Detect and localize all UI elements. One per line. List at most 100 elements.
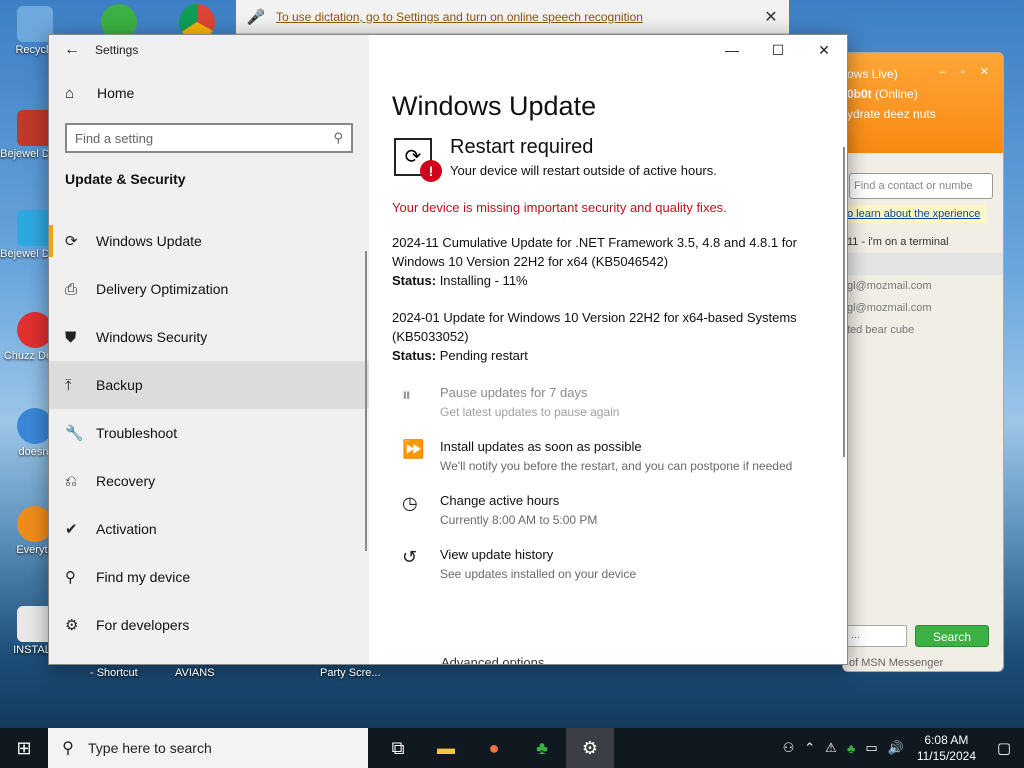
update-status: Pending restart xyxy=(439,348,528,363)
microphone-icon: 🎤 xyxy=(246,8,266,26)
option-view-update-history[interactable]: ↺ View update history See updates instal… xyxy=(402,547,847,583)
settings-gear-icon[interactable]: ⚙ xyxy=(566,728,614,768)
task-view-icon[interactable]: ⧉ xyxy=(374,728,422,768)
taskbar: ⊞ ⚲ Type here to search ⧉ ▬ ● ♣ ⚙ ⚇ ⌃ ⚠ … xyxy=(0,728,1024,768)
restart-subtitle: Your device will restart outside of acti… xyxy=(450,163,717,178)
taskbar-search-placeholder: Type here to search xyxy=(88,740,212,756)
nav-item-windows-security[interactable]: ⛊ Windows Security xyxy=(49,313,369,361)
desktop-icon-label[interactable]: Party Scre... xyxy=(320,667,381,679)
search-icon: ⚲ xyxy=(62,740,74,757)
msn-search-button[interactable]: Search xyxy=(915,625,989,647)
msn-web-search-input[interactable]: ... xyxy=(847,625,907,647)
option-subtitle: See updates installed on your device xyxy=(440,567,637,581)
windows-start-icon[interactable]: ⊞ xyxy=(0,728,48,768)
pause-icon: ⏸ xyxy=(402,385,411,405)
contact-item[interactable] xyxy=(843,253,1003,275)
nav-label: Backup xyxy=(96,377,143,393)
nav-item-recovery[interactable]: ⎌ Recovery xyxy=(49,457,369,505)
contact-item[interactable]: 11 - i'm on a terminal xyxy=(843,231,1003,253)
status-label: Status: xyxy=(392,348,437,363)
update-name: 2024-01 Update for Windows 10 Version 22… xyxy=(392,310,797,344)
network-icon[interactable]: ▭ xyxy=(860,740,882,756)
msn-info-link[interactable]: o learn about the xperience xyxy=(843,205,987,223)
msn-status[interactable]: (Online) xyxy=(875,87,918,101)
checkmark-circle-icon: ✔ xyxy=(65,521,78,538)
update-name: 2024-11 Cumulative Update for .NET Frame… xyxy=(392,235,797,269)
clock[interactable]: 6:08 AM 11/15/2024 xyxy=(909,732,984,764)
update-item: 2024-01 Update for Windows 10 Version 22… xyxy=(392,308,802,365)
close-icon[interactable]: ✕ xyxy=(753,7,789,27)
page-title: Windows Update xyxy=(392,91,597,121)
fast-forward-icon: ⏩ xyxy=(402,439,425,459)
sidebar-scrollbar[interactable] xyxy=(365,251,367,551)
security-warning: Your device is missing important securit… xyxy=(392,200,727,215)
msn-tray-icon[interactable]: ♣ xyxy=(842,741,861,756)
shield-icon: ⛊ xyxy=(65,328,77,346)
msn-footer: ... Search of MSN Messenger xyxy=(843,615,1003,671)
system-tray: ⚇ ⌃ ⚠ ♣ ▭ 🔊 6:08 AM 11/15/2024 ▢ xyxy=(778,732,1024,764)
nav-label: Recovery xyxy=(96,473,156,489)
back-arrow-icon[interactable]: ← xyxy=(49,41,95,59)
msn-contact-search[interactable]: Find a contact or numbe xyxy=(849,173,993,199)
msn-personal-message[interactable]: ydrate deez nuts xyxy=(847,107,1003,121)
option-subtitle: Get latest updates to pause again xyxy=(440,405,620,419)
security-alert-icon[interactable]: ⚠ xyxy=(820,740,842,756)
option-change-active-hours[interactable]: ◷ Change active hours Currently 8:00 AM … xyxy=(402,493,847,529)
dictation-settings-link[interactable]: To use dictation, go to Settings and tur… xyxy=(276,10,753,24)
minimize-icon[interactable]: — xyxy=(709,35,755,65)
nav-label: Find my device xyxy=(96,569,191,585)
people-icon[interactable]: ⚇ xyxy=(778,740,800,756)
nav-item-for-developers[interactable]: ⚙ For developers xyxy=(49,601,369,649)
option-advanced-options[interactable]: Advanced options xyxy=(441,655,544,664)
clock-time: 6:08 AM xyxy=(924,733,969,747)
option-subtitle: We'll notify you before the restart, and… xyxy=(440,459,793,473)
nav-item-windows-update[interactable]: ⟳ Windows Update xyxy=(49,217,369,265)
settings-main-pane: — ☐ ✕ Windows Update ⟳ ! Restart require… xyxy=(369,35,847,664)
nav-item-troubleshoot[interactable]: 🔧 Troubleshoot xyxy=(49,409,369,457)
home-icon: ⌂ xyxy=(65,84,75,102)
notification-icon[interactable]: ▢ xyxy=(984,739,1024,757)
search-icon: ⚲ xyxy=(333,130,343,145)
option-pause-updates[interactable]: ⏸ Pause updates for 7 days Get latest up… xyxy=(402,385,847,421)
home-link[interactable]: ⌂ Home xyxy=(49,71,369,115)
find-setting-input[interactable]: Find a setting ⚲ xyxy=(65,123,353,153)
window-controls: — ☐ ✕ xyxy=(709,35,847,65)
desktop-icon-label[interactable]: AVIANS xyxy=(175,667,215,679)
option-title: View update history xyxy=(440,547,554,562)
file-explorer-icon[interactable]: ▬ xyxy=(422,728,470,768)
nav-label: Windows Security xyxy=(96,329,208,345)
update-options: ⏸ Pause updates for 7 days Get latest up… xyxy=(392,385,847,583)
close-icon[interactable]: ✕ xyxy=(801,35,847,65)
maximize-icon[interactable]: ☐ xyxy=(755,35,801,65)
nav-item-backup[interactable]: ⤒ Backup xyxy=(49,361,369,409)
msn-messenger-icon[interactable]: ♣ xyxy=(518,728,566,768)
settings-sidebar: ← Settings ⌂ Home Find a setting ⚲ Updat… xyxy=(49,35,369,664)
nav-label: Windows Update xyxy=(96,233,202,249)
nav-item-activation[interactable]: ✔ Activation xyxy=(49,505,369,553)
contact-item[interactable]: gl@mozmail.com xyxy=(843,297,1003,319)
volume-icon[interactable]: 🔊 xyxy=(883,740,909,756)
nav-item-find-my-device[interactable]: ⚲ Find my device xyxy=(49,553,369,601)
msn-window-controls[interactable]: – ▫ ✕ xyxy=(940,65,995,78)
msn-username[interactable]: 0b0t xyxy=(847,87,872,101)
nav-label: For developers xyxy=(96,617,190,633)
main-scrollbar[interactable] xyxy=(843,147,845,457)
contact-item[interactable]: gl@mozmail.com xyxy=(843,275,1003,297)
nav-item-delivery-optimization[interactable]: ⎙ Delivery Optimization xyxy=(49,265,369,313)
msn-contact-list: 11 - i'm on a terminal gl@mozmail.com gl… xyxy=(843,231,1003,341)
home-label: Home xyxy=(97,85,135,101)
clock-date: 11/15/2024 xyxy=(916,749,976,763)
contact-item[interactable]: ted bear cube xyxy=(843,319,1003,341)
app-title: Settings xyxy=(95,43,139,57)
nav-label: Delivery Optimization xyxy=(96,281,229,297)
chevron-up-icon[interactable]: ⌃ xyxy=(799,740,820,756)
refresh-icon: ⟳ xyxy=(65,233,78,250)
nav-label: Activation xyxy=(96,521,157,537)
section-title: Update & Security xyxy=(65,171,186,187)
option-install-asap[interactable]: ⏩ Install updates as soon as possible We… xyxy=(402,439,847,475)
firefox-icon[interactable]: ● xyxy=(470,728,518,768)
desktop-icon-label[interactable]: - Shortcut xyxy=(90,667,138,679)
taskbar-search[interactable]: ⚲ Type here to search xyxy=(48,728,368,768)
update-item: 2024-11 Cumulative Update for .NET Frame… xyxy=(392,233,802,290)
nav-label: Troubleshoot xyxy=(96,425,178,441)
